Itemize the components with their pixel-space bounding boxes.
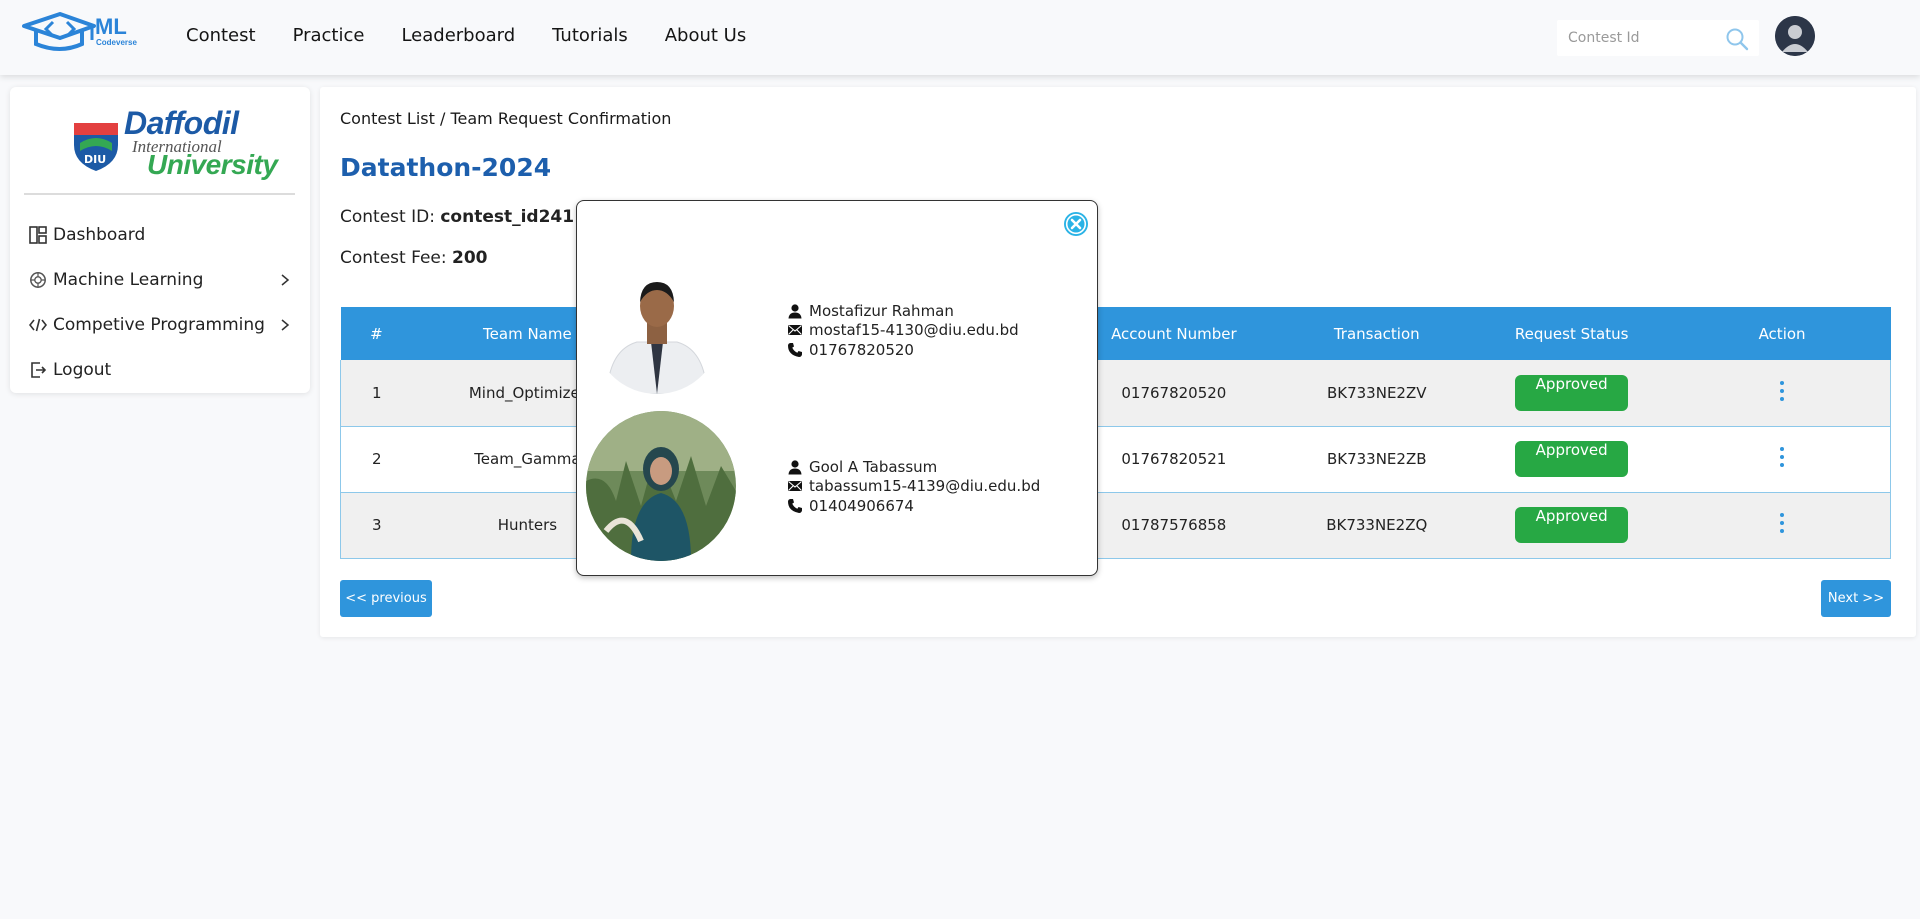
- status-badge[interactable]: Approved: [1515, 374, 1629, 411]
- person-avatar-icon: [593, 266, 721, 394]
- contest-fee-label: Contest Fee:: [340, 248, 447, 268]
- header-transaction: Transaction: [1283, 307, 1470, 360]
- nav-contest[interactable]: Contest: [186, 25, 256, 46]
- contest-search: [1557, 20, 1759, 56]
- user-avatar[interactable]: [1775, 16, 1815, 56]
- sidebar: DIU Daffodil International University Da…: [10, 87, 310, 393]
- main-nav: Contest Practice Leaderboard Tutorials A…: [186, 25, 746, 46]
- contest-fee-value: 200: [452, 248, 488, 268]
- member-name-row: Gool A Tabassum: [787, 457, 1040, 477]
- envelope-icon: [788, 481, 802, 492]
- sidebar-item-label: Competive Programming: [53, 315, 265, 335]
- dashboard-icon: [28, 225, 48, 245]
- person-avatar-icon: [586, 411, 736, 561]
- sidebar-item-label: Logout: [53, 360, 112, 380]
- cell-request-status: Approved: [1469, 360, 1674, 427]
- phone-icon: [788, 498, 802, 513]
- user-avatar-icon: [1775, 16, 1815, 56]
- top-navbar: ML Codeverse Contest Practice Leaderboar…: [0, 0, 1920, 75]
- logout-icon: [28, 360, 48, 380]
- cell-request-status: Approved: [1469, 492, 1674, 559]
- more-actions-icon[interactable]: [1772, 379, 1792, 403]
- brain-icon: [28, 270, 48, 290]
- table-row[interactable]: 2 Team_Gamma 01767820521 BK733NE2ZB Appr…: [340, 426, 1891, 493]
- header-action: Action: [1673, 307, 1891, 360]
- member-phone: 01404906674: [809, 496, 914, 515]
- member-photo: [586, 411, 736, 561]
- more-actions-icon[interactable]: [1772, 511, 1792, 535]
- cell-action: [1673, 426, 1891, 493]
- nav-practice[interactable]: Practice: [293, 25, 365, 46]
- sidebar-item-label: Machine Learning: [53, 270, 204, 290]
- previous-page-button[interactable]: << previous: [340, 580, 432, 617]
- member-email[interactable]: mostaf15-4130@diu.edu.bd: [809, 321, 1019, 339]
- member-name-row: Mostafizur Rahman: [787, 301, 1019, 321]
- nav-leaderboard[interactable]: Leaderboard: [401, 25, 515, 46]
- university-logo: DIU Daffodil International University: [58, 105, 278, 180]
- ml-codeverse-logo[interactable]: ML Codeverse: [22, 12, 146, 52]
- envelope-icon: [788, 325, 802, 336]
- logo-text: ML: [95, 14, 127, 39]
- status-badge[interactable]: Approved: [1515, 507, 1629, 543]
- team-requests-table: # Team Name e Account Number Transaction…: [340, 307, 1891, 559]
- next-page-button[interactable]: Next >>: [1821, 580, 1891, 617]
- member-email-row: mostaf15-4130@diu.edu.bd: [787, 321, 1019, 341]
- sidebar-item-machine-learning[interactable]: Machine Learning: [28, 265, 304, 295]
- sidebar-item-logout[interactable]: Logout: [28, 355, 304, 385]
- member-phone-row: 01767820520: [787, 340, 1019, 360]
- university-crest-icon: DIU: [74, 123, 118, 171]
- breadcrumb[interactable]: Contest List / Team Request Confirmation: [340, 109, 671, 128]
- nav-tutorials[interactable]: Tutorials: [552, 25, 628, 46]
- main-content: Contest List / Team Request Confirmation…: [320, 87, 1916, 637]
- sidebar-item-dashboard[interactable]: Dashboard: [28, 220, 304, 250]
- sidebar-item-label: Dashboard: [53, 225, 146, 245]
- cell-request-status: Approved: [1469, 426, 1674, 493]
- sidebar-item-competitive-programming[interactable]: Competive Programming: [28, 310, 304, 340]
- member-info: Gool A Tabassum tabassum15-4139@diu.edu.…: [787, 457, 1040, 516]
- table-row[interactable]: 3 Hunters 01787576858 BK733NE2ZQ Approve…: [340, 492, 1891, 559]
- svg-text:DIU: DIU: [84, 153, 106, 166]
- nav-about-us[interactable]: About Us: [665, 25, 747, 46]
- member-name: Mostafizur Rahman: [809, 301, 954, 320]
- contest-id-input[interactable]: [1557, 20, 1717, 56]
- cell-index: 2: [340, 426, 413, 493]
- team-members-modal: Mostafizur Rahman mostaf15-4130@diu.edu.…: [576, 200, 1098, 576]
- contest-fee-line: Contest Fee: 200: [340, 248, 488, 268]
- sidebar-divider: [24, 193, 295, 195]
- chevron-right-icon: [281, 319, 290, 331]
- cell-action: [1673, 492, 1891, 559]
- member-info: Mostafizur Rahman mostaf15-4130@diu.edu.…: [787, 301, 1019, 360]
- cell-action: [1673, 360, 1891, 427]
- header-index: #: [340, 307, 413, 360]
- cell-transaction: BK733NE2ZV: [1283, 360, 1470, 427]
- table-header-row: # Team Name e Account Number Transaction…: [340, 307, 1891, 360]
- member-name: Gool A Tabassum: [809, 457, 938, 476]
- chevron-right-icon: [281, 274, 290, 286]
- page-title: Datathon-2024: [340, 153, 552, 182]
- cell-transaction: BK733NE2ZB: [1283, 426, 1470, 493]
- user-icon: [788, 460, 802, 475]
- phone-icon: [788, 342, 802, 357]
- member-email-row: tabassum15-4139@diu.edu.bd: [787, 477, 1040, 497]
- member-phone: 01767820520: [809, 340, 914, 359]
- logo-subtext: Codeverse: [96, 38, 137, 47]
- cell-index: 3: [340, 492, 413, 559]
- status-badge[interactable]: Approved: [1515, 441, 1629, 477]
- member-email[interactable]: tabassum15-4139@diu.edu.bd: [809, 477, 1040, 495]
- header-request-status: Request Status: [1469, 307, 1674, 360]
- graduation-cap-icon: [22, 12, 96, 51]
- contest-id-label: Contest ID:: [340, 207, 435, 227]
- more-actions-icon[interactable]: [1772, 445, 1792, 469]
- code-icon: [28, 315, 48, 335]
- cell-transaction: BK733NE2ZQ: [1283, 492, 1470, 559]
- user-icon: [788, 304, 802, 319]
- table-row[interactable]: 1 Mind_Optimizer 01767820520 BK733NE2ZV …: [340, 360, 1891, 427]
- close-icon[interactable]: [1063, 211, 1089, 237]
- cell-index: 1: [340, 360, 413, 427]
- university-logo-line3: University: [147, 149, 278, 180]
- member-phone-row: 01404906674: [787, 496, 1040, 516]
- contest-id-line: Contest ID: contest_id241110: [340, 207, 610, 227]
- member-photo: [593, 266, 721, 394]
- search-icon[interactable]: [1725, 27, 1749, 51]
